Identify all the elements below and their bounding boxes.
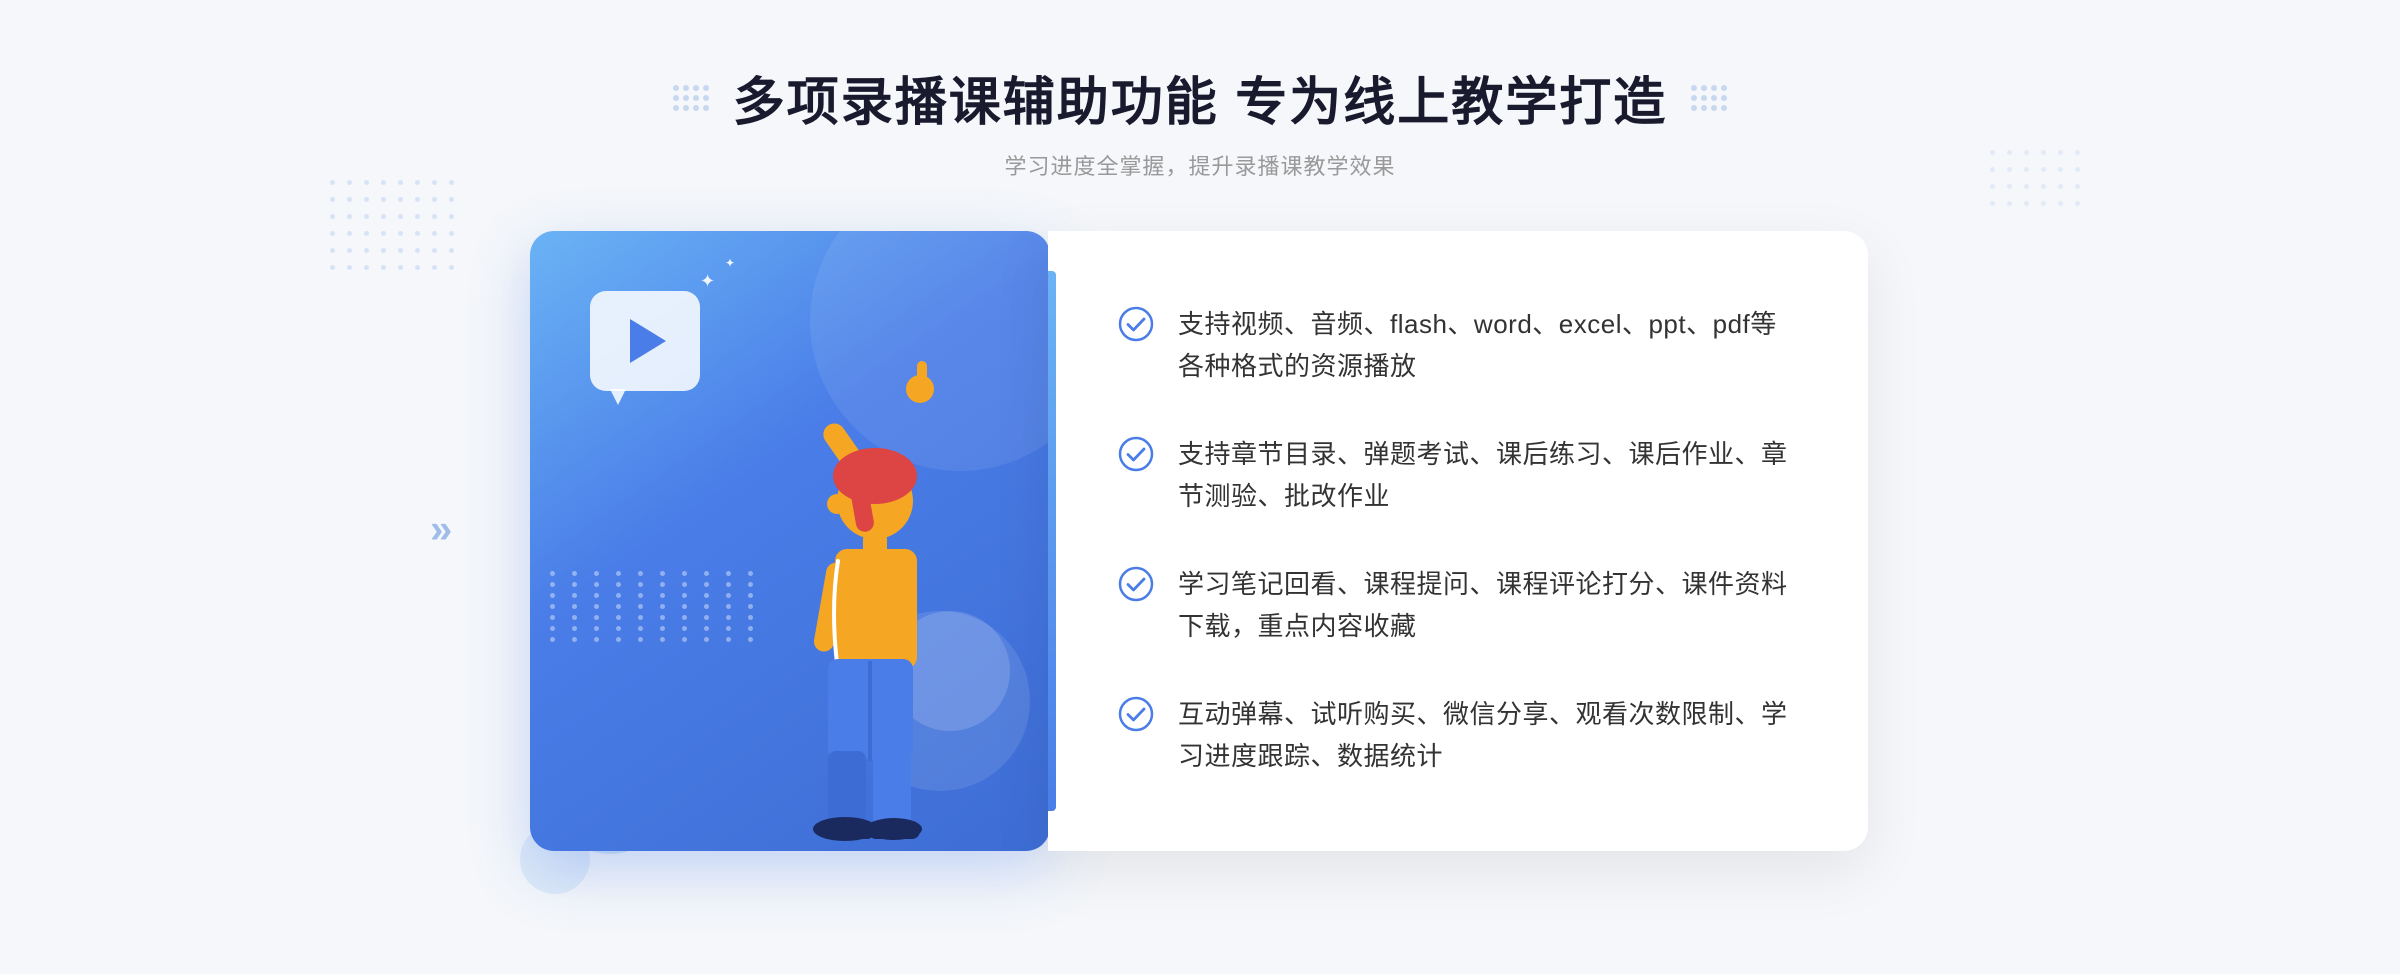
page-container: 多项录播课辅助功能 专为线上教学打造 学习进度全掌握，提升录播课教学效果 ✦ ✦	[0, 0, 2400, 974]
bg-dots-left	[330, 180, 454, 270]
sparkle-icon-1: ✦	[700, 271, 715, 292]
check-icon-4	[1118, 696, 1154, 732]
feature-item-1: 支持视频、音频、flash、word、excel、ppt、pdf等各种格式的资源…	[1118, 304, 1798, 387]
feature-item-3: 学习笔记回看、课程提问、课程评论打分、课件资料下载，重点内容收藏	[1118, 564, 1798, 647]
play-icon	[630, 319, 666, 363]
feature-text-2: 支持章节目录、弹题考试、课后练习、课后作业、章节测验、批改作业	[1178, 434, 1798, 517]
illustration-card: ✦ ✦	[530, 231, 1050, 851]
feature-text-3: 学习笔记回看、课程提问、课程评论打分、课件资料下载，重点内容收藏	[1178, 564, 1798, 647]
check-icon-2	[1118, 436, 1154, 472]
main-title: 多项录播课辅助功能 专为线上教学打造	[733, 60, 1667, 135]
header-decoration-left	[673, 85, 709, 111]
header-decoration-right	[1691, 85, 1727, 111]
header: 多项录播课辅助功能 专为线上教学打造 学习进度全掌握，提升录播课教学效果	[673, 60, 1727, 181]
features-panel: 支持视频、音频、flash、word、excel、ppt、pdf等各种格式的资源…	[1048, 231, 1868, 851]
sub-title: 学习进度全掌握，提升录播课教学效果	[673, 149, 1727, 181]
panel-accent	[1048, 271, 1056, 811]
bg-dots-right	[1990, 150, 2080, 206]
feature-item-2: 支持章节目录、弹题考试、课后练习、课后作业、章节测验、批改作业	[1118, 434, 1798, 517]
check-icon-1	[1118, 306, 1154, 342]
feature-item-4: 互动弹幕、试听购买、微信分享、观看次数限制、学习进度跟踪、数据统计	[1118, 694, 1798, 777]
header-title-row: 多项录播课辅助功能 专为线上教学打造	[673, 60, 1727, 135]
content-area: ✦ ✦	[500, 231, 1900, 851]
feature-text-4: 互动弹幕、试听购买、微信分享、观看次数限制、学习进度跟踪、数据统计	[1178, 694, 1798, 777]
left-chevron-decoration: »	[430, 508, 452, 553]
person-illustration	[700, 331, 1000, 851]
check-icon-3	[1118, 566, 1154, 602]
play-bubble	[590, 291, 700, 391]
feature-text-1: 支持视频、音频、flash、word、excel、ppt、pdf等各种格式的资源…	[1178, 304, 1798, 387]
sparkle-icon-2: ✦	[725, 256, 735, 270]
